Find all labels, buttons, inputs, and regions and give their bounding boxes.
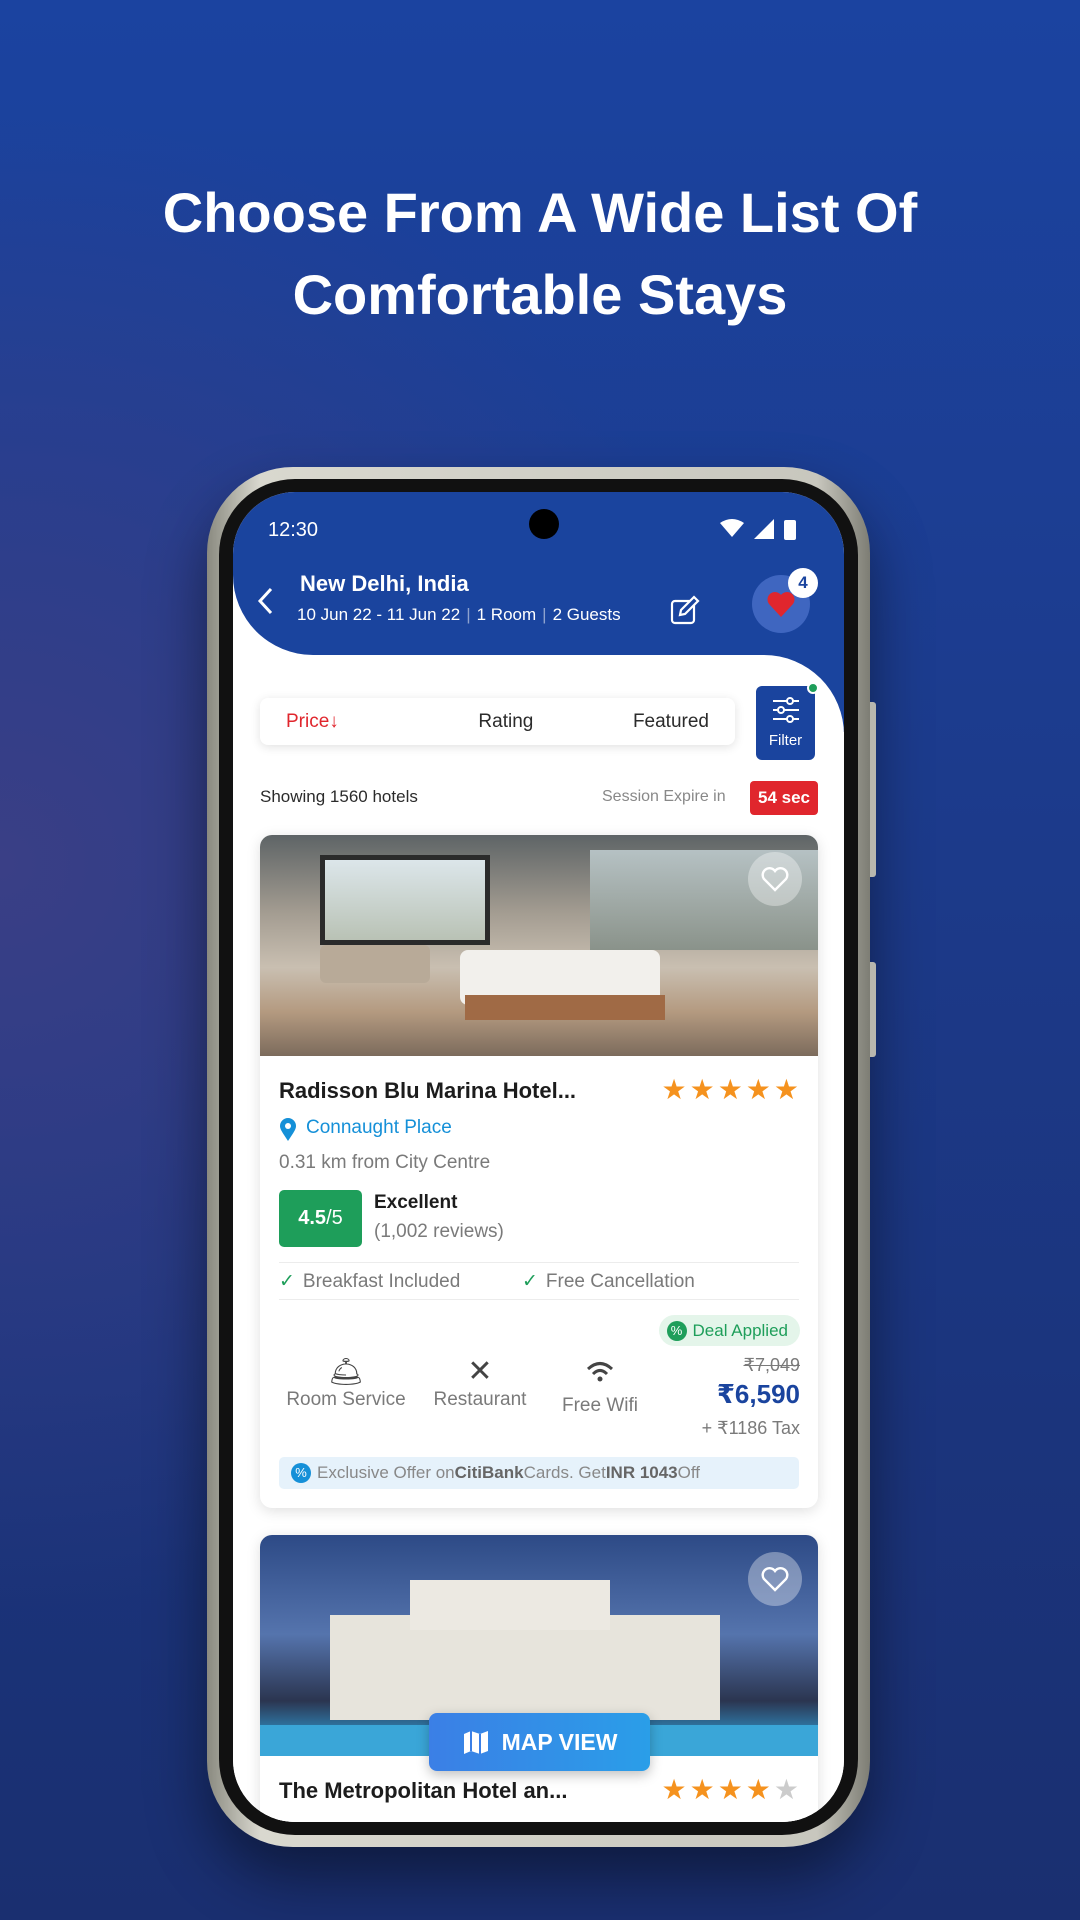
header: 12:30 New Delhi, India 10 Jun 22 - 11 Ju… bbox=[233, 492, 844, 655]
rooms: 1 Room bbox=[476, 605, 537, 624]
hotel-name[interactable]: Radisson Blu Marina Hotel... bbox=[279, 1078, 576, 1104]
location-pin-icon bbox=[280, 1118, 296, 1141]
star-rating: ★★★★★ bbox=[661, 1774, 802, 1805]
heart-outline-icon bbox=[761, 867, 789, 892]
hero-line-1: Choose From A Wide List Of bbox=[162, 181, 918, 244]
original-price: ₹7,049 bbox=[743, 1355, 801, 1375]
map-view-button[interactable]: MAP VIEW bbox=[429, 1713, 650, 1771]
sliders-icon bbox=[772, 697, 799, 723]
favorite-button[interactable] bbox=[748, 1552, 802, 1606]
map-icon bbox=[463, 1731, 488, 1754]
bank-offer-banner[interactable]: % Exclusive Offer on CitiBank Cards. Get … bbox=[279, 1457, 799, 1489]
city-name: New Delhi, India bbox=[300, 571, 469, 596]
session-timer: 54 sec bbox=[750, 781, 818, 815]
back-icon[interactable] bbox=[255, 586, 277, 616]
hotel-distance: 0.31 km from City Centre bbox=[279, 1152, 491, 1173]
cutlery-icon: ✕ bbox=[467, 1355, 493, 1388]
status-icons bbox=[720, 519, 796, 540]
check-icon: ✓ bbox=[522, 1271, 538, 1292]
review-count: (1,002 reviews) bbox=[374, 1221, 504, 1242]
check-icon: ✓ bbox=[279, 1271, 295, 1292]
wishlist-count-badge: 4 bbox=[788, 568, 818, 598]
amenity-wifi: Free Wifi bbox=[550, 1355, 650, 1417]
sort-rating-tab[interactable]: Rating bbox=[478, 711, 533, 733]
phone-power-button bbox=[870, 962, 876, 1057]
hotel-card[interactable]: Radisson Blu Marina Hotel... ★★★★★ Conna… bbox=[260, 835, 818, 1508]
window-view bbox=[320, 855, 490, 945]
arrow-down-icon: ↓ bbox=[329, 710, 339, 732]
heart-outline-icon bbox=[761, 1567, 789, 1592]
edit-icon[interactable] bbox=[670, 595, 700, 625]
deal-applied-badge: % Deal Applied bbox=[658, 1315, 800, 1346]
hero-line-2: Comfortable Stays bbox=[292, 263, 788, 326]
dates: 10 Jun 22 - 11 Jun 22 bbox=[297, 605, 461, 624]
rating-label: Excellent bbox=[374, 1192, 458, 1213]
wifi-icon bbox=[720, 519, 744, 537]
signal-icon bbox=[754, 519, 774, 539]
camera-cutout bbox=[529, 509, 559, 539]
discount-icon: % bbox=[666, 1320, 687, 1341]
wifi-icon bbox=[586, 1362, 614, 1382]
results-count: Showing 1560 hotels bbox=[260, 787, 418, 806]
hotel-name[interactable]: The Metropolitan Hotel an... bbox=[279, 1778, 567, 1804]
rating-badge: 4.5/5 bbox=[279, 1190, 362, 1247]
app-screen: 12:30 New Delhi, India 10 Jun 22 - 11 Ju… bbox=[233, 492, 844, 1822]
phone-frame: 12:30 New Delhi, India 10 Jun 22 - 11 Ju… bbox=[207, 467, 876, 1847]
search-summary: 10 Jun 22 - 11 Jun 22 | 1 Room | 2 Guests bbox=[297, 605, 621, 624]
sort-price-tab[interactable]: Price↓ bbox=[286, 711, 339, 733]
tax-amount: + ₹1186 Tax bbox=[701, 1418, 800, 1438]
sort-featured-tab[interactable]: Featured bbox=[633, 711, 709, 733]
map-view-label: MAP VIEW bbox=[501, 1728, 618, 1755]
feature-cancellation: ✓ Free Cancellation bbox=[522, 1271, 695, 1292]
filter-button[interactable]: Filter bbox=[756, 682, 819, 760]
feature-breakfast: ✓ Breakfast Included bbox=[279, 1271, 461, 1292]
guests: 2 Guests bbox=[552, 605, 621, 624]
offer-icon: % bbox=[291, 1463, 311, 1483]
hotel-price: ₹6,590 bbox=[716, 1379, 800, 1409]
phone-side-button bbox=[870, 702, 876, 877]
hotel-location[interactable]: Connaught Place bbox=[306, 1117, 452, 1139]
filter-label: Filter bbox=[768, 732, 803, 749]
battery-icon bbox=[784, 520, 796, 540]
sort-bar: Price↓ Rating Featured bbox=[260, 698, 735, 745]
hotel-card[interactable]: The Metropolitan Hotel an... ★★★★★ bbox=[260, 1535, 818, 1822]
amenity-restaurant: ✕ Restaurant bbox=[420, 1355, 540, 1411]
amenity-room-service: 🛎︎ Room Service bbox=[279, 1355, 413, 1411]
session-label: Session Expire in bbox=[602, 788, 726, 805]
favorite-button[interactable] bbox=[748, 852, 802, 906]
room-service-icon: 🛎︎ bbox=[328, 1356, 364, 1387]
heart-icon bbox=[767, 592, 795, 617]
star-rating: ★★★★★ bbox=[661, 1074, 802, 1105]
hotel-image bbox=[260, 835, 818, 1056]
hero-title: Choose From A Wide List Of Comfortable St… bbox=[0, 172, 1080, 336]
status-time: 12:30 bbox=[268, 519, 319, 541]
filter-active-dot bbox=[807, 682, 819, 694]
